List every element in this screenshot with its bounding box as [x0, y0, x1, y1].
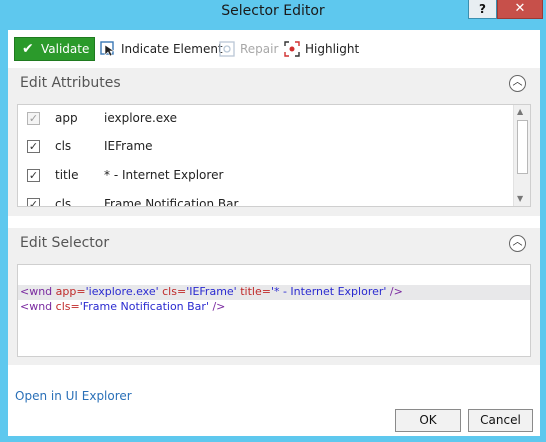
scrollbar-thumb[interactable]	[517, 120, 528, 174]
repair-label: Repair	[240, 42, 279, 56]
validate-label: Validate	[41, 42, 90, 56]
highlight-label: Highlight	[305, 42, 360, 56]
edit-attributes-title: Edit Attributes	[20, 75, 121, 91]
attribute-name: title	[55, 168, 79, 182]
validate-button[interactable]: ✔ Validate	[14, 37, 95, 61]
scroll-up-icon[interactable]: ▲	[517, 107, 523, 116]
chevron-up-icon: ︿	[512, 77, 523, 88]
selector-text-area[interactable]: <wnd app='iexplore.exe' cls='IEFrame' ti…	[17, 264, 531, 357]
attribute-checkbox[interactable]: ✓	[27, 198, 40, 206]
edit-selector-panel: <wnd app='iexplore.exe' cls='IEFrame' ti…	[8, 260, 540, 365]
indicate-element-label: Indicate Element	[121, 42, 223, 56]
attribute-checkbox[interactable]: ✓	[27, 140, 40, 153]
dialog-client: ✔ Validate Indicate Element Repair Highl…	[8, 30, 540, 436]
checkmark-icon: ✔	[22, 41, 34, 57]
scroll-down-icon[interactable]: ▼	[517, 194, 523, 203]
title-bar[interactable]: Selector Editor ? ✕	[0, 0, 546, 24]
attribute-row: ✓ cls IEFrame	[18, 133, 512, 161]
edit-attributes-panel: ✓ app iexplore.exe ✓ cls IEFrame ✓ title…	[8, 100, 540, 216]
repair-icon	[219, 41, 235, 57]
attribute-row: ✓ cls Frame Notification Bar	[18, 191, 512, 207]
cancel-button[interactable]: Cancel	[468, 409, 533, 432]
cursor-target-icon	[100, 41, 115, 57]
ok-button[interactable]: OK	[395, 409, 461, 432]
window-title: Selector Editor	[221, 3, 325, 19]
attribute-row: ✓ title * - Internet Explorer	[18, 162, 512, 190]
attribute-name: cls	[55, 139, 72, 153]
highlight-icon	[284, 41, 300, 57]
attribute-list[interactable]: ✓ app iexplore.exe ✓ cls IEFrame ✓ title…	[17, 104, 531, 207]
toolbar: ✔ Validate Indicate Element Repair Highl…	[8, 30, 540, 68]
dialog-window: Selector Editor ? ✕ ✔ Validate Indicate …	[0, 0, 546, 442]
chevron-up-icon: ︿	[512, 237, 523, 248]
attribute-checkbox[interactable]: ✓	[27, 112, 40, 125]
attribute-value[interactable]: Frame Notification Bar	[104, 197, 238, 206]
selector-line: <wnd cls='Frame Notification Bar' />	[20, 300, 226, 313]
highlight-button[interactable]: Highlight	[284, 40, 364, 58]
help-button[interactable]: ?	[468, 0, 497, 19]
attribute-checkbox[interactable]: ✓	[27, 169, 40, 182]
open-in-ui-explorer-link[interactable]: Open in UI Explorer	[15, 389, 132, 403]
close-button[interactable]: ✕	[497, 0, 543, 19]
repair-button[interactable]: Repair	[219, 40, 279, 58]
collapse-attributes-button[interactable]: ︿	[509, 75, 526, 92]
attribute-name: cls	[55, 197, 72, 207]
indicate-element-button[interactable]: Indicate Element	[100, 40, 223, 58]
edit-selector-header: Edit Selector ︿	[8, 228, 540, 260]
attribute-value[interactable]: IEFrame	[104, 139, 153, 153]
selector-line: <wnd app='iexplore.exe' cls='IEFrame' ti…	[18, 285, 530, 300]
attribute-name: app	[55, 111, 78, 125]
attribute-value[interactable]: iexplore.exe	[104, 111, 177, 125]
collapse-selector-button[interactable]: ︿	[509, 235, 526, 252]
attributes-scrollbar[interactable]: ▲ ▼	[513, 105, 530, 206]
attribute-value[interactable]: * - Internet Explorer	[104, 168, 223, 182]
edit-selector-title: Edit Selector	[20, 235, 110, 251]
attribute-row: ✓ app iexplore.exe	[18, 105, 512, 133]
edit-attributes-header: Edit Attributes ︿	[8, 68, 540, 100]
